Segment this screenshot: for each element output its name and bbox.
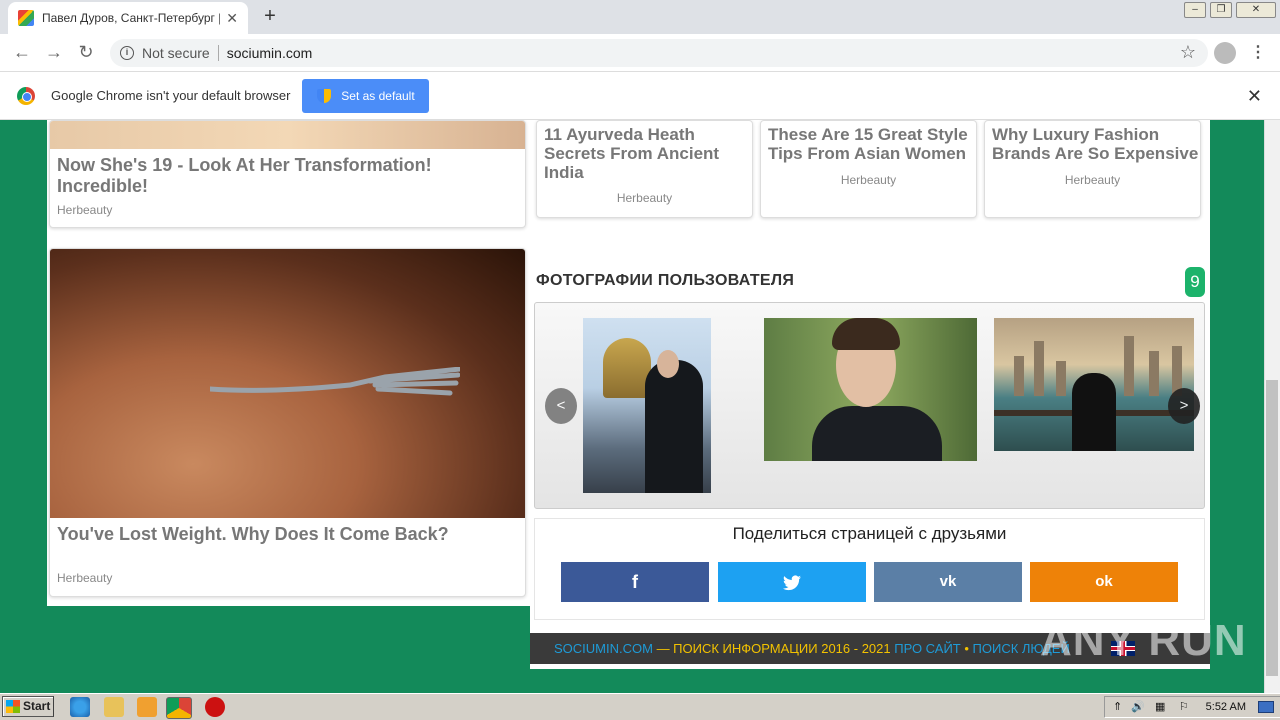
footer-dot: • <box>960 641 973 656</box>
menu-icon[interactable]: ⋮ <box>1250 42 1266 62</box>
person-face <box>657 350 679 378</box>
ok-share-button[interactable]: ok <box>1030 562 1178 602</box>
taskbar <box>0 693 1280 720</box>
ad-title[interactable]: You've Lost Weight. Why Does It Come Bac… <box>57 524 449 545</box>
default-browser-infobar: Google Chrome isn't your default browser… <box>0 72 1280 120</box>
user-photo[interactable] <box>994 318 1194 451</box>
set-as-default-button[interactable]: Set as default <box>302 78 430 113</box>
facebook-share-button[interactable]: f <box>561 562 709 602</box>
twitter-share-button[interactable] <box>718 562 866 602</box>
photos-count-badge: 9 <box>1185 267 1205 297</box>
address-bar[interactable]: i Not secure sociumin.com <box>110 39 1208 67</box>
footer-site-link[interactable]: SOCIUMIN.COM <box>554 641 653 656</box>
set-as-default-label: Set as default <box>341 88 415 103</box>
network-icon[interactable]: ▦ <box>1155 697 1165 717</box>
ad-source: Herbeauty <box>616 191 673 205</box>
back-button[interactable]: ← <box>10 42 34 64</box>
ad-source: Herbeauty <box>1064 173 1121 187</box>
url-text[interactable]: sociumin.com <box>227 45 313 61</box>
gallery-next-button[interactable]: > <box>1168 388 1200 424</box>
media-player-icon[interactable] <box>137 697 157 717</box>
ad-title[interactable]: These Are 15 Great Style Tips From Asian… <box>768 125 976 163</box>
info-icon[interactable]: i <box>120 46 134 60</box>
chrome-taskbar-icon[interactable] <box>166 697 192 719</box>
footer-tagline: — ПОИСК ИНФОРМАЦИИ 2016 - 2021 <box>652 641 895 656</box>
person-silhouette <box>645 360 703 493</box>
gallery-prev-button[interactable]: < <box>545 388 577 424</box>
divider <box>217 45 219 61</box>
ad-card[interactable]: Why Luxury Fashion Brands Are So Expensi… <box>984 120 1201 218</box>
share-title: Поделиться страницей с друзьями <box>732 524 1007 543</box>
tab-close-icon[interactable]: ✕ <box>226 10 238 27</box>
person-silhouette <box>812 406 942 461</box>
cathedral-dome <box>603 338 651 398</box>
security-label: Not secure <box>142 45 210 61</box>
close-window-button[interactable]: ✕ <box>1236 2 1276 18</box>
twitter-icon <box>783 575 801 591</box>
chrome-logo-icon <box>17 86 35 105</box>
new-tab-button[interactable]: + <box>258 5 282 29</box>
ad-image[interactable] <box>50 121 525 149</box>
reload-button[interactable]: ↻ <box>74 42 98 64</box>
scrollbar-thumb[interactable] <box>1266 380 1278 676</box>
building <box>1124 336 1134 396</box>
building <box>1056 361 1066 396</box>
building <box>1149 351 1159 396</box>
infobar-close-icon[interactable]: ✕ <box>1247 86 1262 107</box>
ie-icon[interactable] <box>70 697 90 717</box>
favicon-icon <box>18 10 34 26</box>
clock: 5:52 AM <box>1205 701 1246 713</box>
tab-title: Павел Дуров, Санкт-Петербург | С <box>42 11 221 25</box>
profile-avatar[interactable] <box>1214 42 1236 64</box>
ad-card[interactable]: These Are 15 Great Style Tips From Asian… <box>760 120 977 218</box>
vk-share-button[interactable]: vk <box>874 562 1022 602</box>
building <box>1014 356 1024 396</box>
minimize-button[interactable]: – <box>1184 2 1206 18</box>
anyrun-watermark: ANY RUN <box>1040 616 1247 665</box>
flag-tray-icon[interactable]: ⚐ <box>1179 697 1189 717</box>
browser-tab[interactable]: Павел Дуров, Санкт-Петербург | С ✕ <box>8 2 248 34</box>
show-desktop-icon[interactable] <box>1258 701 1274 713</box>
person-hair <box>832 318 900 350</box>
person-silhouette <box>1072 373 1116 451</box>
bookmark-star-icon[interactable]: ☆ <box>1180 42 1196 63</box>
windows-logo-icon <box>6 700 20 713</box>
user-photo[interactable] <box>764 318 977 461</box>
ad-image[interactable] <box>50 249 525 518</box>
footer-about-link[interactable]: ПРО САЙТ <box>894 641 961 656</box>
ad-card[interactable]: Now She's 19 - Look At Her Transformatio… <box>49 120 526 228</box>
folder-icon[interactable] <box>104 697 124 717</box>
tray-expand-icon[interactable]: ⇑ <box>1113 697 1122 717</box>
start-label: Start <box>23 699 51 713</box>
maximize-button[interactable]: ❐ <box>1210 2 1232 18</box>
volume-icon[interactable]: 🔊 <box>1131 697 1145 717</box>
ad-source: Herbeauty <box>57 571 113 585</box>
ad-source: Herbeauty <box>840 173 897 187</box>
ad-card[interactable]: You've Lost Weight. Why Does It Come Bac… <box>49 248 526 597</box>
ad-source: Herbeauty <box>57 203 113 217</box>
ad-title[interactable]: 11 Ayurveda Heath Secrets From Ancient I… <box>544 125 752 182</box>
forward-button[interactable]: → <box>42 42 66 64</box>
start-button[interactable]: Start <box>2 696 54 717</box>
infobar-message: Google Chrome isn't your default browser <box>51 88 291 103</box>
system-tray: ⇑ 🔊 ▦ ⚐ 5:52 AM <box>1104 696 1280 718</box>
fork-image <box>210 367 460 396</box>
shield-icon <box>317 88 332 103</box>
building <box>1034 341 1044 396</box>
web-page: Now She's 19 - Look At Her Transformatio… <box>0 120 1264 693</box>
ad-card[interactable]: 11 Ayurveda Heath Secrets From Ancient I… <box>536 120 753 218</box>
photos-heading: ФОТОГРАФИИ ПОЛЬЗОВАТЕЛЯ <box>536 272 795 289</box>
browser-toolbar: ← → ↻ i Not secure sociumin.com ☆ ⋮ <box>0 34 1280 72</box>
warning-icon[interactable] <box>205 697 225 717</box>
ad-title[interactable]: Now She's 19 - Look At Her Transformatio… <box>57 155 525 197</box>
ad-title[interactable]: Why Luxury Fashion Brands Are So Expensi… <box>992 125 1200 163</box>
user-photo[interactable] <box>583 318 711 493</box>
